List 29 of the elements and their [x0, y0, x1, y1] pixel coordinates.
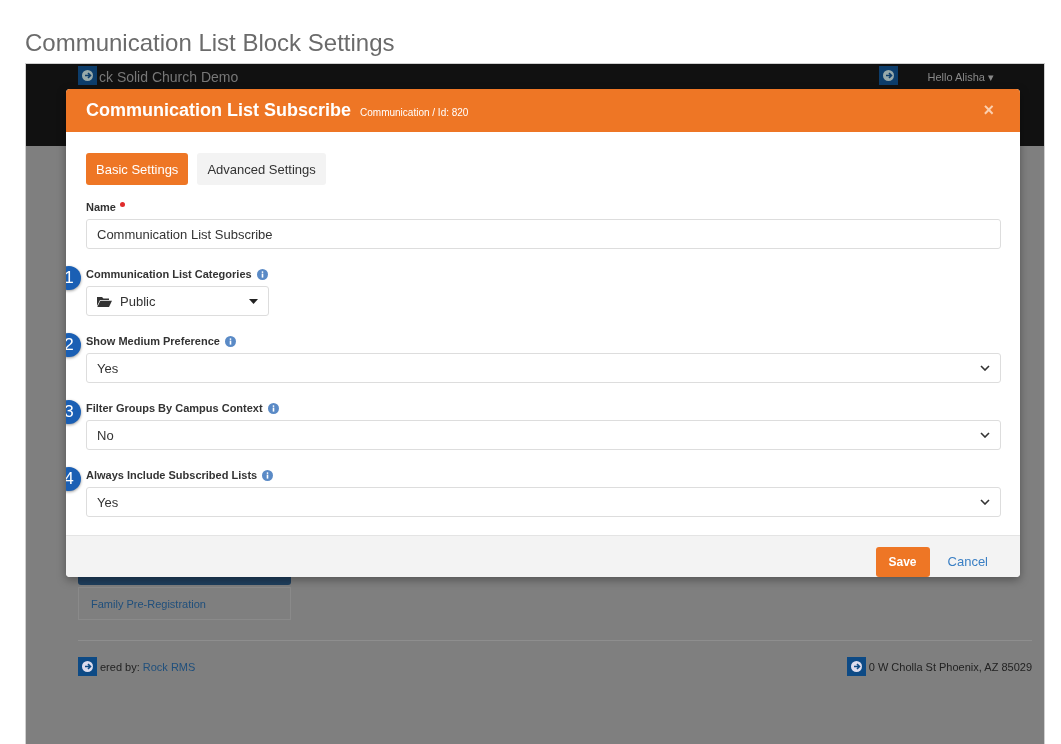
caret-icon [249, 298, 258, 304]
callout-number: 1 [66, 266, 81, 290]
footer-credit: ered by: Rock RMS [100, 660, 196, 673]
field-label: Show Medium Preference [86, 335, 220, 347]
category-value: Public [120, 293, 156, 309]
select-field[interactable]: No [86, 420, 1001, 450]
page-title: Communication List Block Settings [24, 28, 396, 58]
field-label: Always Include Subscribed Lists [86, 469, 258, 481]
tab[interactable]: Advanced Settings [197, 153, 326, 185]
user-menu[interactable]: Hello Alisha ▾ [927, 71, 994, 84]
save-button[interactable]: Save [875, 546, 930, 577]
cancel-link[interactable]: Cancel [947, 554, 988, 569]
callout-number: 2 [66, 333, 81, 357]
category-picker[interactable]: Public [86, 286, 269, 316]
field-label: Name [86, 201, 116, 213]
tab[interactable]: Basic Settings [86, 153, 189, 185]
select-field[interactable]: Yes [86, 353, 1001, 383]
dialog-title: Communication List Subscribe [86, 100, 352, 121]
folder-icon [97, 295, 112, 307]
site-name: ck Solid Church Demo [99, 69, 239, 85]
footer-address: 0 W Cholla St Phoenix, AZ 85029 [868, 660, 1032, 673]
dialog-subtitle: Communication / Id: 820 [360, 107, 469, 118]
name-field[interactable]: Communication List Subscribe [86, 219, 1001, 249]
select-field[interactable]: Yes [86, 487, 1001, 517]
chevron-down-icon [980, 432, 990, 438]
chevron-down-icon [980, 365, 990, 371]
field-label: Communication List Categories [86, 268, 252, 280]
field-label: Filter Groups By Campus Context [86, 402, 263, 414]
chevron-down-icon [980, 499, 990, 505]
